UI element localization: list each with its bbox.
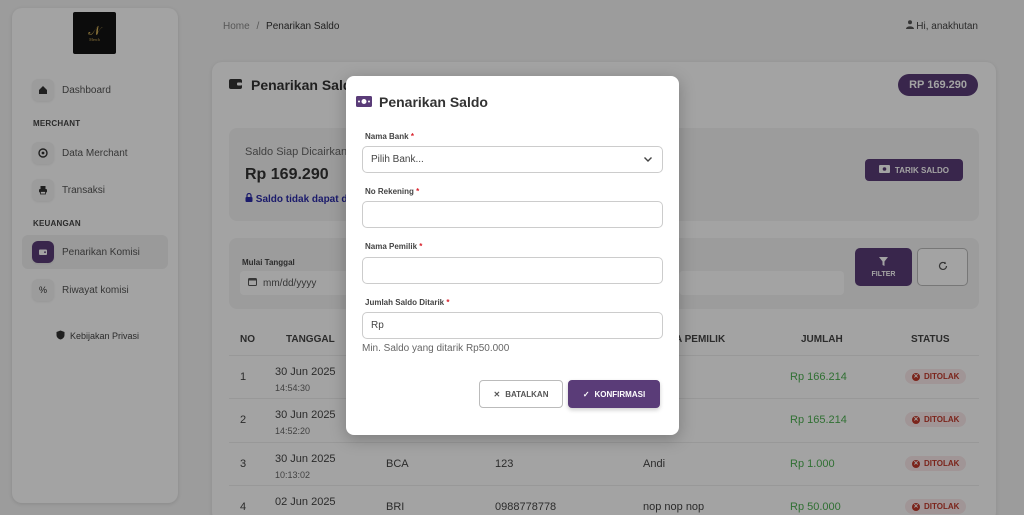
confirm-button[interactable]: ✓ KONFIRMASI [568, 380, 660, 408]
bank-select-value: Pilih Bank... [371, 154, 424, 165]
min-amount-hint: Min. Saldo yang ditarik Rp50.000 [362, 343, 510, 354]
rekening-label-text: No Rekening [365, 187, 414, 196]
rekening-input[interactable] [362, 201, 663, 228]
required-mark: * [419, 242, 423, 251]
cancel-label: BATALKAN [505, 389, 549, 399]
required-mark: * [416, 187, 420, 196]
owner-input[interactable] [362, 257, 663, 284]
cancel-button[interactable]: ✕ BATALKAN [479, 380, 563, 408]
amount-label-text: Jumlah Saldo Ditarik [365, 298, 445, 307]
owner-label: Nama Pemilik * [365, 242, 422, 251]
required-mark: * [446, 298, 450, 307]
amount-prefix: Rp [371, 320, 384, 331]
chevron-down-icon [644, 157, 652, 162]
money-icon [356, 94, 372, 110]
modal-title: Penarikan Saldo [356, 94, 488, 110]
required-mark: * [410, 132, 414, 141]
bank-label-text: Nama Bank [365, 132, 409, 141]
rekening-label: No Rekening * [365, 187, 419, 196]
withdraw-modal: Penarikan Saldo Nama Bank * Pilih Bank..… [346, 76, 679, 435]
amount-label: Jumlah Saldo Ditarik * [365, 298, 450, 307]
confirm-label: KONFIRMASI [594, 389, 646, 399]
amount-input[interactable]: Rp [362, 312, 663, 339]
check-icon: ✓ [582, 389, 590, 399]
bank-label: Nama Bank * [365, 132, 414, 141]
bank-select[interactable]: Pilih Bank... [362, 146, 663, 173]
modal-title-text: Penarikan Saldo [379, 94, 488, 110]
close-icon: ✕ [493, 389, 501, 399]
owner-label-text: Nama Pemilik [365, 242, 418, 251]
